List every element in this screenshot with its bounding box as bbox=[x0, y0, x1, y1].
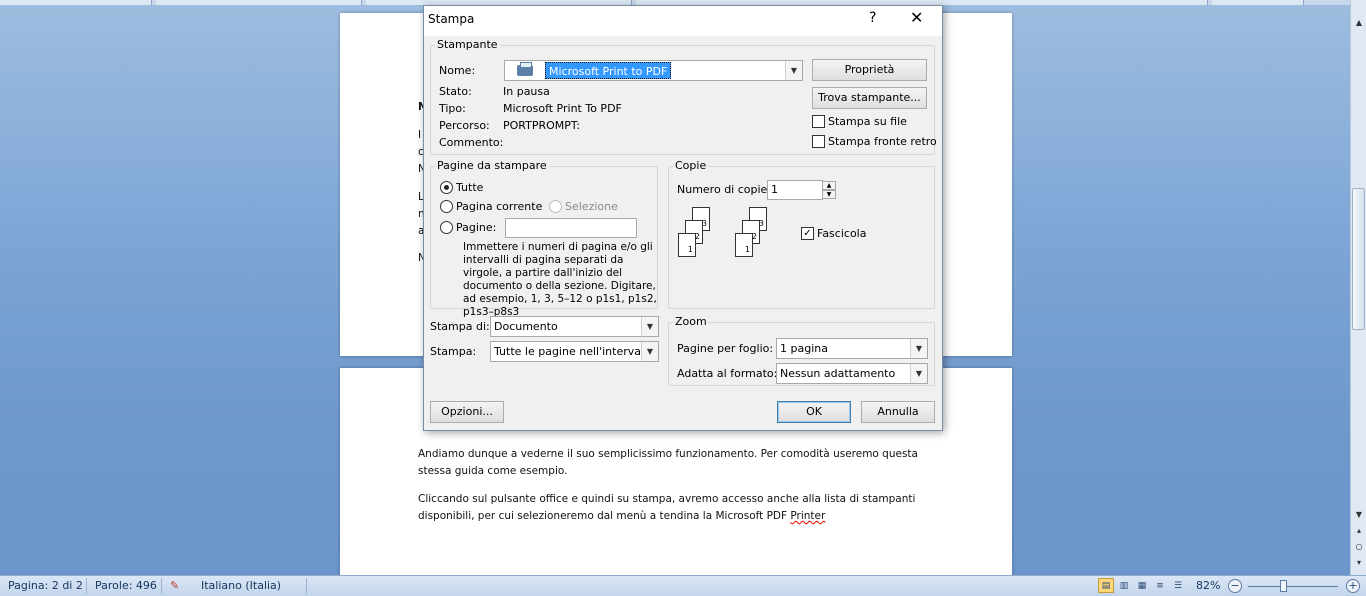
copies-legend: Copie bbox=[673, 159, 709, 172]
sheet-icon: 1 bbox=[678, 233, 696, 257]
scrollbar-thumb[interactable] bbox=[1352, 188, 1365, 330]
word-count[interactable]: Parole: 496 bbox=[95, 579, 157, 592]
print-what-value: Documento bbox=[494, 320, 558, 333]
pages-radio[interactable] bbox=[440, 221, 453, 234]
print-to-file-checkbox[interactable] bbox=[812, 115, 825, 128]
full-screen-reading-icon[interactable]: ▥ bbox=[1116, 578, 1132, 593]
zoom-in-icon[interactable]: + bbox=[1346, 579, 1360, 593]
scroll-up-icon[interactable]: ▲ bbox=[1352, 16, 1366, 29]
chevron-down-icon[interactable]: ▼ bbox=[910, 339, 927, 358]
scroll-down-icon[interactable]: ▼ bbox=[1352, 508, 1366, 521]
print-label: Stampa: bbox=[430, 345, 477, 358]
options-button[interactable]: Opzioni... bbox=[430, 401, 504, 423]
scale-value: Nessun adattamento bbox=[780, 367, 896, 380]
next-page-icon[interactable]: ▾ bbox=[1352, 556, 1366, 569]
outline-icon[interactable]: ≡ bbox=[1152, 578, 1168, 593]
print-layout-icon[interactable]: ▤ bbox=[1098, 578, 1114, 593]
status-label: Stato: bbox=[439, 85, 472, 98]
copies-down-icon[interactable]: ▼ bbox=[822, 190, 836, 199]
page-range-legend: Pagine da stampare bbox=[435, 159, 549, 172]
page-text-fragment: I bbox=[418, 129, 422, 141]
duplex-label[interactable]: Stampa fronte retro bbox=[828, 135, 937, 148]
chevron-down-icon[interactable]: ▼ bbox=[910, 364, 927, 383]
comment-label: Commento: bbox=[439, 136, 504, 149]
ok-button[interactable]: OK bbox=[777, 401, 851, 423]
status-value: In pausa bbox=[503, 85, 550, 98]
chevron-down-icon[interactable]: ▼ bbox=[785, 61, 802, 80]
printer-name-label: Nome: bbox=[439, 64, 476, 77]
all-pages-radio[interactable] bbox=[440, 181, 453, 194]
proofing-icon[interactable]: ✎ bbox=[170, 579, 179, 592]
type-value: Microsoft Print To PDF bbox=[503, 102, 622, 115]
duplex-checkbox[interactable] bbox=[812, 135, 825, 148]
print-dialog: Stampa ? ✕ Stampante Nome: Microsoft Pri… bbox=[423, 5, 943, 431]
printer-name-select[interactable]: Microsoft Print to PDF ▼ bbox=[504, 60, 803, 81]
close-icon[interactable]: ✕ bbox=[910, 8, 923, 27]
vertical-scrollbar[interactable]: ▲ ▼ ▴ ○ ▾ bbox=[1350, 0, 1366, 575]
zoom-slider-thumb[interactable] bbox=[1280, 580, 1287, 592]
copies-group: Copie Numero di copie: 1 ▲ ▼ 3 2 1 3 2 1… bbox=[668, 159, 935, 309]
scale-select[interactable]: Nessun adattamento ▼ bbox=[776, 363, 928, 384]
zoom-out-icon[interactable]: − bbox=[1228, 579, 1242, 593]
type-label: Tipo: bbox=[439, 102, 466, 115]
zoom-level[interactable]: 82% bbox=[1196, 579, 1220, 592]
print-to-file-label[interactable]: Stampa su file bbox=[828, 115, 907, 128]
current-page-label[interactable]: Pagina corrente bbox=[456, 200, 542, 213]
status-bar: Pagina: 2 di 2 Parole: 496 ✎ Italiano (I… bbox=[0, 575, 1366, 596]
find-printer-button[interactable]: Trova stampante... bbox=[812, 87, 927, 109]
web-layout-icon[interactable]: ▦ bbox=[1134, 578, 1150, 593]
pages-per-sheet-value: 1 pagina bbox=[780, 342, 828, 355]
zoom-slider[interactable] bbox=[1248, 586, 1338, 587]
zoom-group: Zoom Pagine per foglio: 1 pagina ▼ Adatt… bbox=[668, 315, 935, 386]
page-range-hint: Immettere i numeri di pagina e/o gli int… bbox=[463, 241, 657, 318]
properties-button[interactable]: Proprietà bbox=[812, 59, 927, 81]
chevron-down-icon[interactable]: ▼ bbox=[641, 317, 658, 336]
body-paragraph: Andiamo dunque a vederne il suo semplici… bbox=[418, 448, 918, 477]
sheet-icon: 1 bbox=[735, 233, 753, 257]
browse-object-icon[interactable]: ○ bbox=[1352, 540, 1366, 553]
printer-name-value: Microsoft Print to PDF bbox=[545, 62, 672, 79]
copies-label: Numero di copie: bbox=[677, 183, 772, 196]
print-range-select[interactable]: Tutte le pagine nell'intervallo ▼ bbox=[490, 341, 659, 362]
misspelled-word: Printer bbox=[790, 510, 826, 522]
printer-icon bbox=[517, 62, 533, 76]
scale-label: Adatta al formato: bbox=[677, 367, 778, 380]
previous-page-icon[interactable]: ▴ bbox=[1352, 524, 1366, 537]
current-page-radio[interactable] bbox=[440, 200, 453, 213]
path-label: Percorso: bbox=[439, 119, 490, 132]
collate-label[interactable]: Fascicola bbox=[817, 227, 866, 240]
chevron-down-icon[interactable]: ▼ bbox=[641, 342, 658, 361]
printer-legend: Stampante bbox=[435, 38, 500, 51]
collate-checkbox[interactable]: ✓ bbox=[801, 227, 814, 240]
pages-input[interactable] bbox=[505, 218, 637, 238]
dialog-titlebar[interactable]: Stampa ? ✕ bbox=[424, 6, 942, 36]
print-range-value: Tutte le pagine nell'intervallo bbox=[494, 345, 654, 358]
zoom-legend: Zoom bbox=[673, 315, 709, 328]
cancel-button[interactable]: Annulla bbox=[861, 401, 935, 423]
draft-icon[interactable]: ☰ bbox=[1170, 578, 1186, 593]
selection-radio bbox=[549, 200, 562, 213]
page-range-group: Pagine da stampare Tutte Pagina corrente… bbox=[430, 159, 658, 318]
selection-label: Selezione bbox=[565, 200, 618, 213]
body-paragraph: Cliccando sul pulsante office e quindi s… bbox=[418, 491, 938, 525]
print-what-select[interactable]: Documento ▼ bbox=[490, 316, 659, 337]
print-what-label: Stampa di: bbox=[430, 320, 490, 333]
paragraph-text: Cliccando sul pulsante office e quindi s… bbox=[418, 493, 916, 522]
language-indicator[interactable]: Italiano (Italia) bbox=[201, 579, 281, 592]
pages-label[interactable]: Pagine: bbox=[456, 221, 496, 234]
page-count[interactable]: Pagina: 2 di 2 bbox=[8, 579, 83, 592]
all-pages-label[interactable]: Tutte bbox=[456, 181, 483, 194]
help-icon[interactable]: ? bbox=[869, 10, 876, 26]
pages-per-sheet-label: Pagine per foglio: bbox=[677, 342, 774, 355]
dialog-title: Stampa bbox=[428, 12, 475, 26]
copies-input[interactable]: 1 bbox=[767, 180, 823, 200]
pages-per-sheet-select[interactable]: 1 pagina ▼ bbox=[776, 338, 928, 359]
copies-up-icon[interactable]: ▲ bbox=[822, 181, 836, 190]
path-value: PORTPROMPT: bbox=[503, 119, 581, 132]
printer-group: Stampante Nome: Microsoft Print to PDF ▼… bbox=[430, 38, 937, 155]
